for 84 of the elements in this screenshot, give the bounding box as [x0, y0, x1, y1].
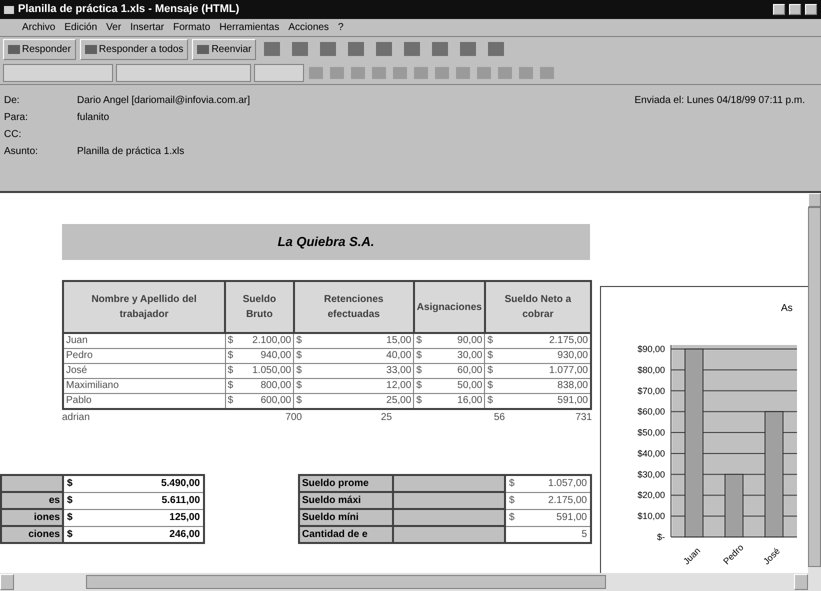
toolbar-button[interactable]: Reenviar: [192, 38, 256, 60]
menu-item[interactable]: Herramientas: [219, 20, 280, 35]
header-label: Asunto:: [4, 145, 39, 157]
table-cell-text: 56: [492, 411, 505, 425]
column-header: Nombre y Apellido del trabajador: [63, 281, 226, 333]
table-cell: ciones: [1, 526, 63, 543]
y-tick-label: $30,00: [637, 469, 665, 480]
size-dropdown[interactable]: [254, 64, 304, 82]
header-label: CC:: [4, 128, 22, 140]
maximize-button[interactable]: [789, 4, 801, 15]
scroll-up-button[interactable]: [808, 193, 821, 207]
minimize-button[interactable]: [773, 4, 785, 15]
menu-item[interactable]: Archivo: [22, 20, 56, 35]
table-cell: $ 12,00: [294, 378, 414, 394]
table-cell-text: 700: [284, 411, 302, 425]
toolbar-button[interactable]: Responder a todos: [80, 38, 188, 60]
column-header: Sueldo Bruto: [225, 281, 294, 333]
table-cell: Sueldo máxi: [299, 492, 393, 509]
scroll-left-button[interactable]: [0, 574, 14, 590]
scroll-right-button[interactable]: [794, 574, 808, 590]
table-cell: $ 50,00: [414, 378, 485, 394]
table-cell: Sueldo prome: [299, 475, 393, 492]
table-cell: $ 15,00: [294, 333, 414, 348]
y-tick-label: $10,00: [637, 511, 665, 522]
y-tick-label: $70,00: [637, 386, 665, 396]
y-tick-label: $40,00: [637, 448, 665, 458]
menu-item[interactable]: Insertar: [130, 20, 164, 35]
menu-item[interactable]: ?: [338, 20, 344, 35]
window-title: Planilla de práctica 1.xls - Mensaje (HTML): [18, 2, 240, 18]
table-cell: $ 25,00: [294, 394, 414, 409]
toolbar-button[interactable]: Responder: [3, 38, 76, 60]
table-cell: $ 838,00: [484, 378, 591, 394]
header-value: Dario Angel [dariomail@infovia.com.ar]: [77, 94, 250, 106]
table-cell: $ 1.050,00: [225, 364, 294, 378]
table-cell: $ 30,00: [414, 348, 485, 364]
table-cell-text: 25: [380, 411, 392, 425]
y-tick-label: $20,00: [637, 490, 665, 500]
table-cell: $ 600,00: [225, 394, 294, 409]
table-cell: Sueldo míni: [299, 509, 393, 526]
y-tick-label: $-: [656, 532, 665, 542]
table-cell-text: adrian: [62, 411, 91, 425]
horizontal-scrollbar[interactable]: [0, 573, 808, 591]
table-cell: iones: [1, 509, 63, 526]
table-cell: $ 800,00: [225, 378, 294, 394]
font-dropdown[interactable]: [116, 64, 251, 82]
sheet-title: La Quiebra S.A.: [62, 224, 590, 260]
y-tick-label: $50,00: [637, 428, 665, 438]
table-cell: $ 60,00: [414, 364, 485, 378]
table-cell: $ 2.175,00: [484, 333, 591, 348]
close-button[interactable]: [805, 4, 817, 15]
y-tick-label: $60,00: [637, 406, 665, 417]
table-cell: es: [1, 492, 63, 509]
menu-item[interactable]: Formato: [173, 20, 210, 35]
table-cell: $ 33,00: [294, 364, 414, 378]
table-cell: $ 940,00: [225, 348, 294, 364]
bar: [724, 474, 744, 538]
table-cell: $ 40,00: [294, 348, 414, 364]
table-cell: $ 1.077,00: [484, 364, 591, 378]
header-label: Para:: [4, 111, 29, 123]
chart-title: As: [781, 303, 793, 314]
table-cell: Cantidad de e: [299, 526, 393, 543]
menu-item[interactable]: Edición: [64, 20, 98, 35]
style-dropdown[interactable]: [3, 64, 113, 82]
menu-item[interactable]: Ver: [106, 20, 122, 35]
menu-item[interactable]: Acciones: [288, 20, 329, 35]
header-value: Planilla de práctica 1.xls: [77, 145, 184, 157]
table-cell: Maximiliano: [63, 378, 226, 394]
header-value: fulanito: [77, 111, 110, 123]
y-tick-label: $90,00: [637, 344, 665, 354]
header-label: De:: [4, 94, 21, 106]
column-header: Retenciones efectuadas: [294, 281, 414, 333]
column-header: Sueldo Neto a cobrar: [484, 281, 591, 333]
column-header: Asignaciones: [414, 281, 485, 333]
table-cell: $ 930,00: [484, 348, 591, 364]
table-cell: $ 90,00: [414, 333, 485, 348]
table-cell: $ 2.100,00: [225, 333, 294, 348]
sent-date: Enviada el: Lunes 04/18/99 07:11 p.m.: [634, 94, 805, 108]
table-cell: $ 16,00: [414, 394, 485, 409]
table-cell-text: 731: [574, 411, 592, 425]
y-tick-label: $80,00: [637, 364, 665, 375]
table-cell: Pedro: [63, 348, 226, 364]
table-cell: Juan: [63, 333, 226, 348]
scroll-thumb[interactable]: [86, 575, 606, 589]
table-cell: José: [63, 364, 226, 378]
